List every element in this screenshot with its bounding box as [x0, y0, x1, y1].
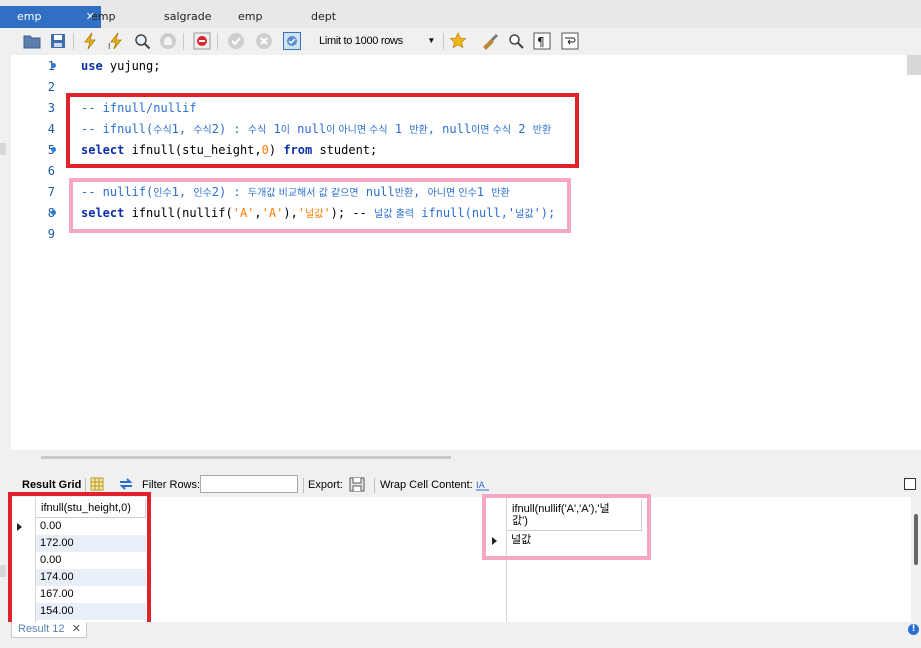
- svg-text:¶: ¶: [537, 35, 545, 49]
- result-tab-label: Result 12: [18, 623, 65, 635]
- toolbar-separator: [303, 478, 304, 493]
- toolbar-separator: [85, 478, 86, 493]
- grid-view-icon[interactable]: [90, 477, 104, 491]
- tab-label: salgrade: [164, 10, 212, 23]
- execute-lightning-icon[interactable]: [81, 32, 99, 50]
- result-tab[interactable]: Result 12 ✕: [11, 622, 87, 638]
- tab-emp[interactable]: emp: [91, 6, 115, 28]
- tab-label: emp: [238, 10, 263, 23]
- line-number: 2: [47, 80, 55, 94]
- tab-emp-active[interactable]: emp ✕: [0, 6, 101, 28]
- tab-salgrade[interactable]: salgrade: [164, 6, 212, 28]
- toolbar-separator: [73, 33, 74, 50]
- wrap-cell-icon[interactable]: IA: [476, 478, 489, 491]
- line-number: 3: [47, 101, 55, 115]
- toolbar-separator: [183, 33, 184, 50]
- tab-label: emp: [91, 10, 116, 23]
- red-highlight-box: [66, 93, 579, 168]
- rollback-x-icon[interactable]: [255, 32, 273, 50]
- info-icon[interactable]: !: [908, 624, 919, 635]
- toggle-panel-button[interactable]: [904, 478, 916, 490]
- add-snippet-star-icon[interactable]: [449, 32, 467, 50]
- limit-rows-value: Limit to 1000 rows: [319, 35, 403, 47]
- export-label: Export:: [308, 479, 343, 491]
- save-icon[interactable]: [49, 32, 67, 50]
- statement-marker-icon: [51, 210, 56, 215]
- explain-magnifier-icon[interactable]: [133, 32, 151, 50]
- toolbar-separator: [374, 478, 375, 493]
- code-line-1: 1 use yujung;: [11, 56, 911, 77]
- line-number: 9: [47, 227, 55, 241]
- tab-label: emp: [17, 10, 42, 23]
- filter-rows-input[interactable]: [200, 475, 298, 493]
- beautify-brush-icon[interactable]: [481, 32, 499, 50]
- pink-highlight-box: [482, 494, 651, 560]
- statement-marker-icon: [51, 147, 56, 152]
- stop-hand-icon[interactable]: [159, 32, 177, 50]
- toggle-stop-on-error-icon[interactable]: [193, 32, 211, 50]
- filter-rows-label: Filter Rows:: [142, 479, 201, 491]
- red-highlight-box: [8, 492, 151, 627]
- tab-dept[interactable]: dept: [311, 6, 336, 28]
- editor-scrollbar[interactable]: [907, 55, 921, 75]
- result-grid-tab[interactable]: Result Grid: [22, 478, 81, 492]
- limit-rows-select[interactable]: Limit to 1000 rows ▼: [311, 31, 439, 51]
- wrap-cell-content-label: Wrap Cell Content:: [380, 479, 473, 491]
- toolbar-separator: [443, 33, 444, 50]
- sql-editor-toolbar: I Limit to 1000 rows ▼ ¶: [11, 28, 921, 55]
- query-tab-bar: emp ✕ emp salgrade emp dept: [0, 0, 921, 28]
- open-folder-icon[interactable]: [23, 32, 41, 50]
- scrollbar-thumb[interactable]: [914, 514, 918, 565]
- find-magnifier-icon[interactable]: [507, 32, 525, 50]
- editor-horizontal-scrollbar[interactable]: [41, 456, 451, 459]
- left-splitter-handle[interactable]: [0, 565, 6, 577]
- line-number: 4: [47, 122, 55, 136]
- tab-emp-2[interactable]: emp: [238, 6, 262, 28]
- toolbar-separator: [217, 33, 218, 50]
- left-splitter-handle[interactable]: [0, 143, 6, 155]
- pink-highlight-box: [69, 178, 571, 233]
- code-text: use yujung;: [81, 59, 161, 73]
- line-number: 6: [47, 164, 55, 178]
- line-number: 7: [47, 185, 55, 199]
- result-tabs-bar: [0, 622, 921, 648]
- chevron-down-icon: ▼: [427, 36, 435, 45]
- tab-label: dept: [311, 10, 337, 23]
- svg-text:I: I: [108, 42, 110, 50]
- export-icon[interactable]: [349, 477, 365, 492]
- wrap-lines-icon[interactable]: [561, 32, 579, 50]
- close-icon[interactable]: ✕: [72, 622, 81, 636]
- execute-current-icon[interactable]: I: [107, 32, 125, 50]
- statement-marker-icon: [51, 63, 56, 68]
- refresh-arrows-icon[interactable]: [118, 477, 134, 491]
- commit-check-icon[interactable]: [227, 32, 245, 50]
- autocommit-toggle-icon[interactable]: [283, 32, 301, 50]
- invisible-chars-icon[interactable]: ¶: [533, 32, 551, 50]
